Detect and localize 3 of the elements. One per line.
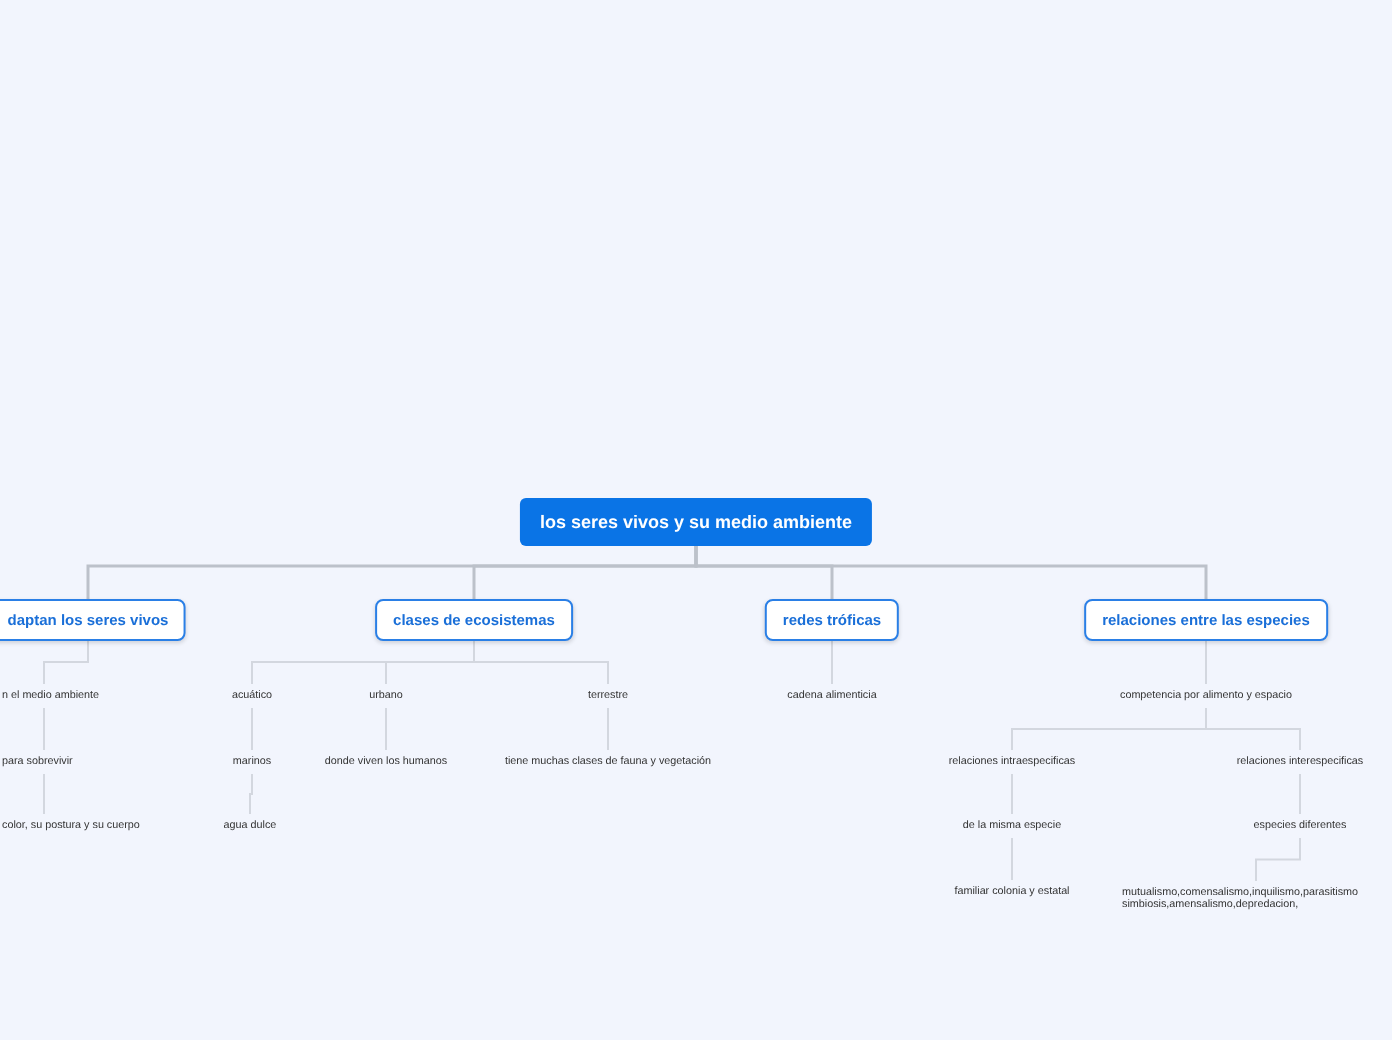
central-topic[interactable]: los seres vivos y su medio ambiente <box>519 497 873 545</box>
connector-line <box>43 639 89 685</box>
connector-line <box>1255 837 1301 882</box>
